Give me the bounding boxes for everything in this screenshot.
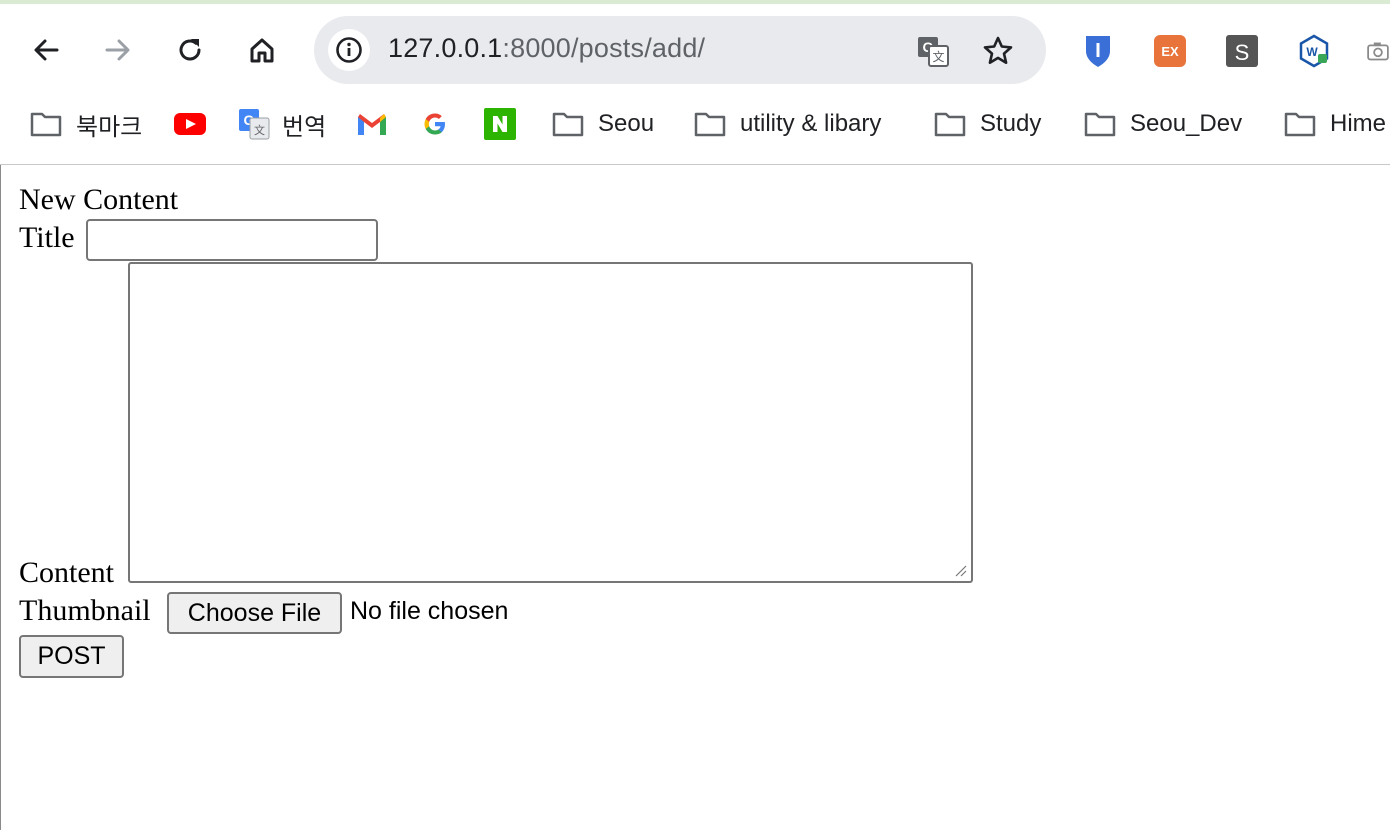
bookmark-label: Seou xyxy=(598,110,655,137)
s-extension-icon: S xyxy=(1226,35,1258,67)
bookmark-naver[interactable] xyxy=(484,106,516,142)
naver-icon xyxy=(484,108,516,140)
content-textarea[interactable] xyxy=(128,262,973,583)
bookmark-label: Study xyxy=(980,110,1042,137)
url-host: 127.0.0.1 xyxy=(388,33,503,63)
bookmark-folder-seou[interactable]: Seou xyxy=(552,106,654,142)
content-label: Content xyxy=(19,556,114,589)
w-extension[interactable]: W xyxy=(1297,34,1331,68)
folder-icon xyxy=(30,112,62,137)
back-button[interactable] xyxy=(22,26,70,74)
bookmark-label: utility & libary xyxy=(740,110,882,137)
bookmark-label: 번역 xyxy=(282,113,327,141)
bookmark-gmail[interactable] xyxy=(356,106,388,142)
ex-extension-icon: EX xyxy=(1154,35,1186,67)
camera-icon xyxy=(1367,42,1389,61)
reload-button[interactable] xyxy=(166,26,214,74)
camera-extension[interactable] xyxy=(1366,34,1390,68)
translate-page-button[interactable]: G文 xyxy=(916,34,950,68)
folder-icon xyxy=(934,112,966,137)
bookmark-translate[interactable]: G文 번역 xyxy=(238,106,326,142)
title-input[interactable] xyxy=(86,219,378,261)
s-extension[interactable]: S xyxy=(1225,34,1259,68)
bookmarks-bar: 북마크 G文 번역 Seou utility & libary Study Se… xyxy=(0,94,1390,165)
forward-arrow-icon xyxy=(105,39,130,61)
svg-text:EX: EX xyxy=(1161,44,1179,59)
file-status-text: No file chosen xyxy=(350,597,509,625)
bookmark-folder-bookmarks[interactable]: 북마크 xyxy=(30,106,142,142)
form-heading: New Content xyxy=(19,183,179,216)
bookmark-label: 북마크 xyxy=(76,113,143,141)
bookmark-folder-hime[interactable]: Hime xyxy=(1284,106,1390,142)
gmail-icon xyxy=(358,114,386,135)
svg-text:文: 文 xyxy=(932,49,944,64)
site-info-button[interactable] xyxy=(328,29,370,71)
bookmark-folder-seou-dev[interactable]: Seou_Dev xyxy=(1084,106,1242,142)
resize-grip-icon[interactable] xyxy=(955,565,967,577)
svg-text:文: 文 xyxy=(254,123,265,137)
star-icon xyxy=(983,36,1013,64)
back-arrow-icon xyxy=(34,39,59,61)
youtube-icon xyxy=(174,113,206,135)
url-text: 127.0.0.1:8000/posts/add/ xyxy=(388,33,705,64)
folder-icon xyxy=(1284,112,1316,137)
url-path: :8000/posts/add/ xyxy=(502,33,706,63)
bitwarden-extension[interactable] xyxy=(1081,34,1115,68)
bookmark-star-button[interactable] xyxy=(981,34,1015,68)
folder-icon xyxy=(694,112,726,137)
page-content: New Content Title Content Thumbnail Choo… xyxy=(0,165,1390,830)
svg-text:S: S xyxy=(1235,40,1250,65)
bitwarden-shield-icon xyxy=(1086,36,1110,67)
info-icon xyxy=(336,37,362,63)
post-button[interactable]: POST xyxy=(19,635,124,678)
address-bar[interactable]: 127.0.0.1:8000/posts/add/ G文 xyxy=(314,16,1046,84)
folder-icon xyxy=(552,112,584,137)
bookmark-folder-utility[interactable]: utility & libary xyxy=(694,106,881,142)
home-button[interactable] xyxy=(238,26,286,74)
forward-button[interactable] xyxy=(94,26,142,74)
google-translate-icon: G文 xyxy=(239,109,270,140)
translate-icon: G文 xyxy=(918,37,949,67)
browser-toolbar: 127.0.0.1:8000/posts/add/ G文 EX S W xyxy=(0,4,1390,94)
choose-file-button[interactable]: Choose File xyxy=(167,592,342,634)
thumbnail-label: Thumbnail xyxy=(19,594,151,627)
bookmark-label: Seou_Dev xyxy=(1130,110,1243,137)
google-icon xyxy=(424,113,445,135)
bookmark-google[interactable] xyxy=(421,106,449,142)
bookmark-youtube[interactable] xyxy=(173,106,207,142)
reload-icon xyxy=(179,39,201,61)
svg-text:W: W xyxy=(1306,45,1318,59)
w-extension-icon: W xyxy=(1299,34,1329,68)
title-label: Title xyxy=(19,221,75,254)
ex-extension[interactable]: EX xyxy=(1153,34,1187,68)
home-icon xyxy=(250,38,274,63)
bookmark-folder-study[interactable]: Study xyxy=(934,106,1041,142)
bookmark-label: Hime xyxy=(1330,110,1387,137)
folder-icon xyxy=(1084,112,1116,137)
